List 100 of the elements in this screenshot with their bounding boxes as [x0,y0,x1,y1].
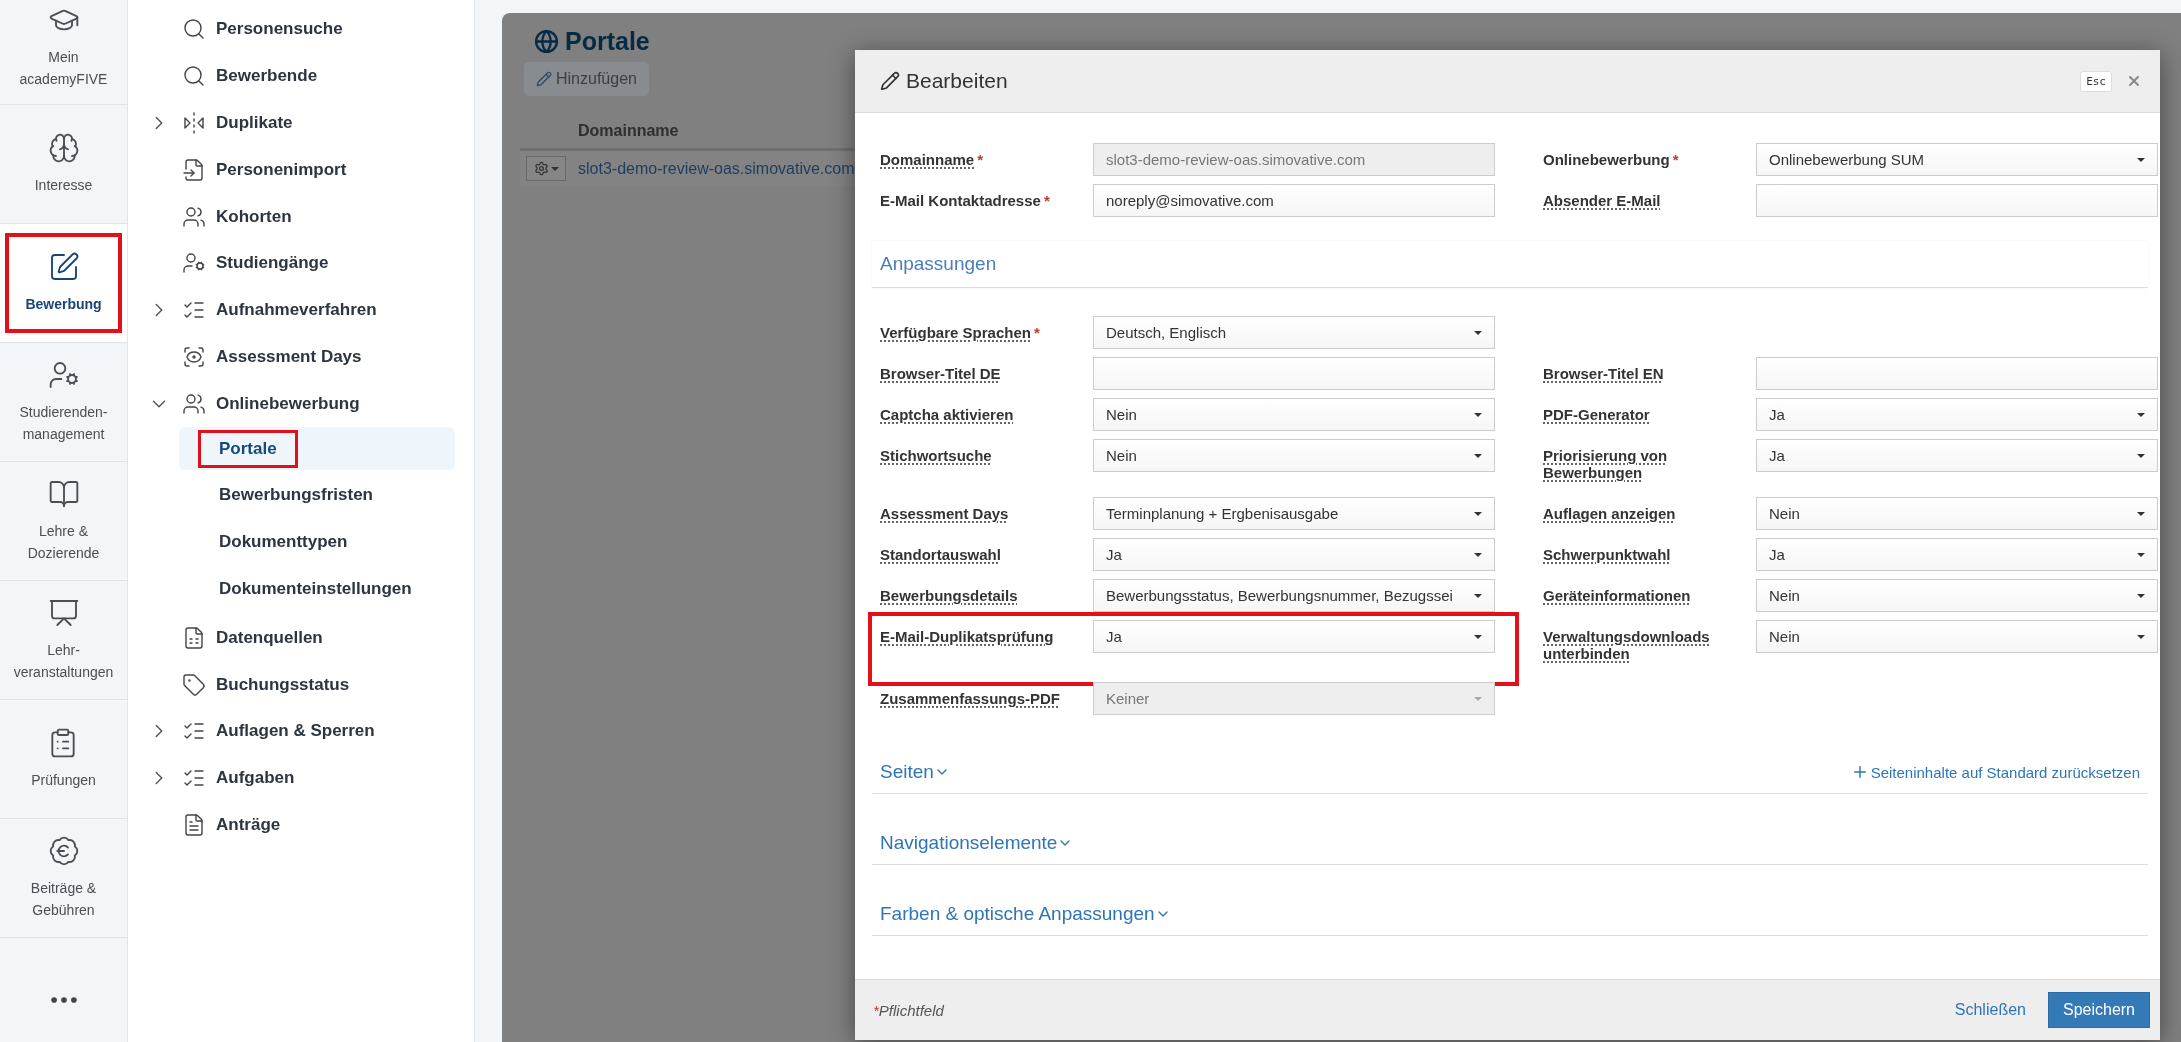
tag-icon [182,672,206,697]
globe-icon [534,29,559,54]
field-label: Schwerpunktwahl [1543,546,1671,563]
sidebar-item[interactable]: Anträge [128,801,474,849]
sidebar-item[interactable]: Bewerbende [128,52,474,100]
select-field[interactable]: Ja [1756,398,2158,431]
select-field[interactable]: Nein [1756,620,2158,653]
caret-icon [2137,412,2145,417]
rail-item[interactable]: Lehr-veranstaltungen [0,581,127,700]
file-import-icon [182,157,206,182]
sidebar-item[interactable]: Datenquellen [128,614,474,662]
user-gear-icon [47,359,80,391]
flip-icon [182,111,206,135]
select-field[interactable]: Nein [1093,439,1495,472]
sidebar-subitem[interactable]: Portale [179,427,455,471]
caret-icon [2137,453,2145,458]
field-label: E-Mail Kontaktadresse [880,192,1041,209]
field-label: E-Mail-Duplikatsprüfung [880,628,1054,645]
required-mark: * [1033,324,1040,341]
select-field[interactable]: Ja [1756,439,2158,472]
select-field[interactable]: Terminplanung + Ergbenisausgabe [1093,497,1495,530]
sidebar-item[interactable]: Personensuche [128,6,474,53]
input-field[interactable] [1756,184,2158,217]
sidebar-item[interactable]: Aufnahmeverfahren [128,286,474,334]
select-field[interactable]: Ja [1093,538,1495,571]
close-icon[interactable] [2126,73,2142,89]
required-mark: * [977,151,984,168]
field-label: Standortauswahl [880,546,1001,563]
field-label: Assessment Days [880,505,1009,522]
field-label: Absender E-Mail [1543,192,1661,209]
field-label: Verwaltungsdownloads unterbinden [1543,628,1711,662]
euro-badge-icon [47,835,80,867]
field-label: Browser-Titel EN [1543,365,1664,382]
caret-icon [1474,412,1482,417]
required-note: *Pflichtfeld [873,1001,945,1019]
sidebar-item[interactable]: Onlinebewerbung [128,380,474,428]
field-label: PDF-Generator [1543,406,1650,423]
select-field[interactable]: Bewerbungsstatus, Bewerbungsnummer, Bezugssei [1093,579,1495,612]
input-field[interactable] [1756,357,2158,390]
sidebar-item[interactable]: Buchungsstatus [128,661,474,708]
sidebar-subitem[interactable]: Bewerbungsfristen [179,473,455,517]
select-field[interactable]: Nein [1756,579,2158,612]
select-field[interactable]: Ja [1756,538,2158,571]
caret-icon [1474,511,1482,516]
rail-item[interactable]: Bewerbung [0,224,127,343]
rail-item[interactable]: Lehre & Dozierende [0,462,127,581]
save-button[interactable]: Speichern [2047,992,2150,1028]
select-field[interactable]: Ja [1093,620,1495,653]
sidebar-item[interactable]: Kohorten [128,193,474,240]
field-label: Auflagen anzeigen [1543,505,1676,522]
caret-icon [2137,511,2145,516]
caret-icon [1474,696,1482,701]
reset-link[interactable]: Seiteninhalte auf Standard zurücksetzen [1850,763,2140,781]
sidebar-item[interactable]: Assessment Days [128,333,474,381]
sidebar-item[interactable]: Studiengänge [128,240,474,287]
row-actions-button[interactable] [526,156,566,181]
gear-icon [533,161,549,176]
sidebar-subitem[interactable]: Dokumenteinstellungen [179,567,455,611]
sidebar-item[interactable]: Personenimport [128,146,474,194]
select-field[interactable]: Onlinebewerbung SUM [1756,143,2158,176]
user-gear-icon [182,251,206,276]
caret-icon [2137,634,2145,639]
caret-icon [1474,593,1482,598]
caret-icon [2137,593,2145,598]
field-label: Browser-Titel DE [880,365,1001,382]
sidebar-item[interactable]: Duplikate [128,99,474,147]
field-label: Priorisierung von Bewerbungen [1543,447,1669,481]
required-mark: * [1672,151,1679,168]
column-header: Domainname [578,122,679,139]
rail-item[interactable]: Studierenden-management [0,343,127,462]
caret-icon [550,166,559,171]
rail-item[interactable]: Mein academyFIVE [0,0,127,105]
section-header: Anpassungen [872,241,2148,288]
input-field[interactable] [1093,357,1495,390]
field-label: Geräteinformationen [1543,587,1691,604]
field-label: Verfügbare Sprachen [880,324,1031,341]
caret-icon [1474,330,1482,335]
users-icon [182,391,206,416]
close-link[interactable]: Schließen [1954,1001,2026,1019]
select-field[interactable]: Nein [1093,398,1495,431]
caret-icon [2137,157,2145,162]
sidebar-item[interactable]: Aufgaben [128,754,474,802]
sidebar-item[interactable]: Auflagen & Sperren [128,707,474,755]
document-icon [182,812,206,837]
field-label: Bewerbungsdetails [880,587,1018,604]
select-field[interactable]: Nein [1756,497,2158,530]
caret-icon [1474,453,1482,458]
field-label: Zusammenfassungs-PDF [880,690,1061,707]
input-field[interactable]: noreply@simovative.com [1093,184,1495,217]
rail-item[interactable]: Prüfungen [0,700,127,819]
field-label: Onlinebewerbung [1543,151,1670,168]
rail-item[interactable]: Beiträge & Gebühren [0,819,127,938]
field-label: Captcha aktivieren [880,406,1014,423]
caret-icon [1474,634,1482,639]
dialog-title: Bearbeiten [906,69,1009,93]
pencil-icon [880,71,900,91]
sidebar-subitem[interactable]: Dokumenttypen [179,520,455,564]
select-field[interactable]: Deutsch, Englisch [1093,316,1495,349]
caret-icon [1474,552,1482,557]
field-label: Domainname [880,151,975,168]
